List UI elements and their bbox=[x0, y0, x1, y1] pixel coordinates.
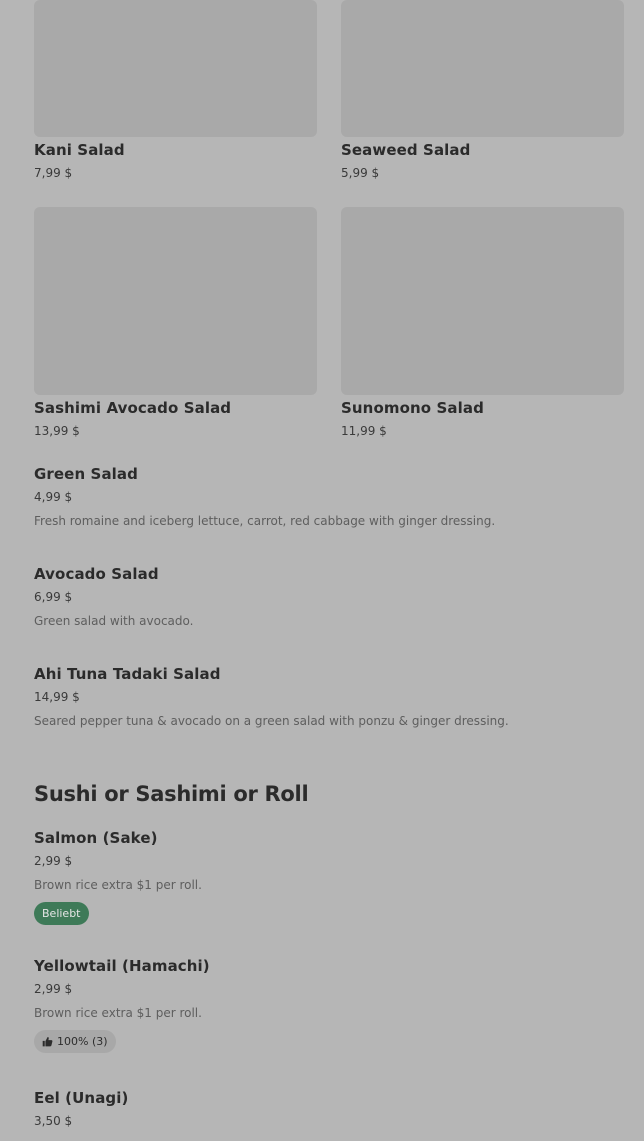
item-description: Brown rice extra $1 per roll. bbox=[34, 1006, 202, 1020]
rating-text: 100% (3) bbox=[57, 1035, 108, 1048]
rating-badge: 100% (3) bbox=[34, 1030, 116, 1053]
item-price: 6,99 $ bbox=[34, 590, 73, 604]
menu-item-eel-unagi[interactable]: Eel (Unagi) 3,50 $ bbox=[34, 1089, 614, 1141]
item-description: Green salad with avocado. bbox=[34, 614, 194, 628]
thumbs-up-icon bbox=[42, 1036, 53, 1047]
dish-image[interactable] bbox=[34, 207, 317, 395]
dish-name: Sashimi Avocado Salad bbox=[34, 399, 232, 417]
popular-badge: Beliebt bbox=[34, 902, 89, 925]
menu-card-seaweed-salad[interactable]: Seaweed Salad 5,99 $ bbox=[341, 0, 624, 190]
item-name: Ahi Tuna Tadaki Salad bbox=[34, 665, 221, 683]
item-price: 2,99 $ bbox=[34, 854, 73, 868]
menu-item-yellowtail-hamachi[interactable]: Yellowtail (Hamachi) 2,99 $ Brown rice e… bbox=[34, 957, 614, 1057]
item-price: 2,99 $ bbox=[34, 982, 73, 996]
dish-image[interactable] bbox=[341, 207, 624, 395]
menu-card-sunomono-salad[interactable]: Sunomono Salad 11,99 $ bbox=[341, 207, 624, 447]
menu-page: Kani Salad 7,99 $ Seaweed Salad 5,99 $ S… bbox=[0, 0, 644, 1141]
dish-name: Kani Salad bbox=[34, 141, 125, 159]
item-description: Fresh romaine and iceberg lettuce, carro… bbox=[34, 514, 496, 528]
dish-image[interactable] bbox=[34, 0, 317, 137]
item-price: 4,99 $ bbox=[34, 490, 73, 504]
item-price: 14,99 $ bbox=[34, 690, 80, 704]
item-price: 3,50 $ bbox=[34, 1114, 73, 1128]
dish-price: 7,99 $ bbox=[34, 166, 73, 180]
menu-item-salmon-sake[interactable]: Salmon (Sake) 2,99 $ Brown rice extra $1… bbox=[34, 829, 614, 929]
dish-price: 13,99 $ bbox=[34, 424, 80, 438]
dish-image[interactable] bbox=[341, 0, 624, 137]
item-name: Avocado Salad bbox=[34, 565, 159, 583]
menu-item-avocado-salad[interactable]: Avocado Salad 6,99 $ Green salad with av… bbox=[34, 565, 614, 635]
menu-item-green-salad[interactable]: Green Salad 4,99 $ Fresh romaine and ice… bbox=[34, 465, 614, 535]
item-description: Brown rice extra $1 per roll. bbox=[34, 878, 202, 892]
dish-price: 5,99 $ bbox=[341, 166, 380, 180]
item-name: Yellowtail (Hamachi) bbox=[34, 957, 210, 975]
dish-name: Sunomono Salad bbox=[341, 399, 484, 417]
section-heading: Sushi or Sashimi or Roll bbox=[34, 782, 309, 806]
menu-card-sashimi-avocado-salad[interactable]: Sashimi Avocado Salad 13,99 $ bbox=[34, 207, 317, 447]
dish-name: Seaweed Salad bbox=[341, 141, 471, 159]
menu-item-ahi-tuna-tadaki-salad[interactable]: Ahi Tuna Tadaki Salad 14,99 $ Seared pep… bbox=[34, 665, 614, 735]
item-name: Salmon (Sake) bbox=[34, 829, 158, 847]
item-name: Eel (Unagi) bbox=[34, 1089, 129, 1107]
item-description: Seared pepper tuna & avocado on a green … bbox=[34, 714, 509, 728]
item-name: Green Salad bbox=[34, 465, 138, 483]
dish-price: 11,99 $ bbox=[341, 424, 387, 438]
menu-card-kani-salad[interactable]: Kani Salad 7,99 $ bbox=[34, 0, 317, 190]
